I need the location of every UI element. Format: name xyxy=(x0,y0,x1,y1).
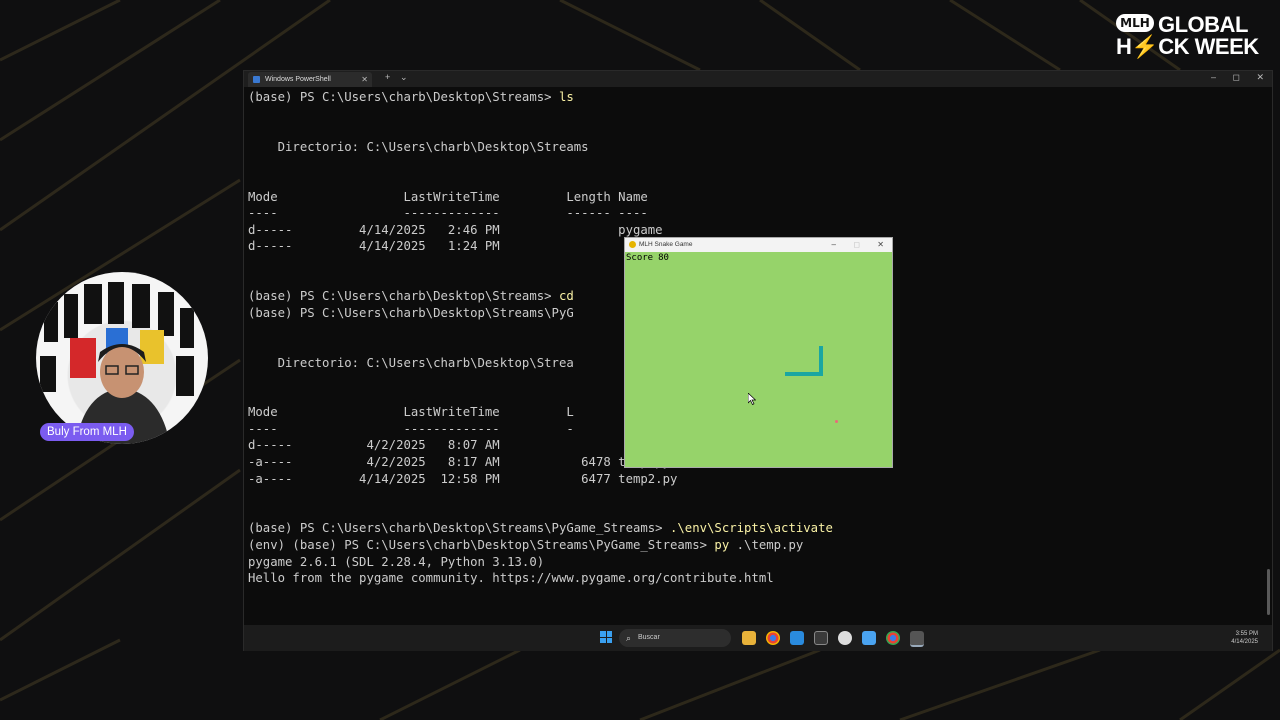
terminal-text: -a---- 4/2/2025 8:17 AM 6478 temp.py xyxy=(248,455,670,470)
terminal-text: d----- 4/14/2025 1:24 PM xyxy=(248,239,500,254)
minimize-icon[interactable]: – xyxy=(1211,72,1216,82)
terminal-line: (base) PS C:\Users\charb\Desktop\Streams… xyxy=(248,89,1248,106)
terminal-text: (base) PS C:\Users\charb\Desktop\Streams… xyxy=(248,90,559,104)
vscode-icon[interactable] xyxy=(790,631,804,645)
score-value: 80 xyxy=(658,253,669,263)
clock-time: 3:55 PM xyxy=(1235,631,1258,637)
snake-body-horizontal xyxy=(785,372,823,376)
terminal-titlebar[interactable]: Windows PowerShell ✕ + ⌄ – ◻ ✕ xyxy=(244,71,1272,87)
mlh-badge: MLH xyxy=(1116,14,1154,32)
clock-date: 4/14/2025 xyxy=(1231,639,1258,645)
terminal-line: (env) (base) PS C:\Users\charb\Desktop\S… xyxy=(248,537,1248,554)
pygame-icon xyxy=(629,241,636,248)
game-close-icon[interactable]: ✕ xyxy=(877,238,884,252)
terminal-app-icon[interactable] xyxy=(814,631,828,645)
search-icon: ⌕ xyxy=(626,633,632,643)
score-display: Score 80 xyxy=(626,253,669,263)
terminal-text: Mode LastWriteTime Length Name xyxy=(248,189,648,204)
snake-food xyxy=(835,420,838,423)
terminal-line: -a---- 4/14/2025 12:58 PM 6477 temp2.py xyxy=(248,471,1248,488)
presenter-webcam xyxy=(36,272,208,444)
score-label: Score xyxy=(626,253,654,263)
tab-label: Windows PowerShell xyxy=(265,76,331,83)
terminal-text: -a---- 4/14/2025 12:58 PM 6477 temp2.py xyxy=(248,471,678,486)
terminal-line: Mode LastWriteTime Length Name xyxy=(248,189,1248,206)
game-maximize-icon[interactable]: ◻ xyxy=(853,238,860,252)
terminal-line: Hello from the pygame community. https:/… xyxy=(248,570,1248,587)
logo-line-hack-week: H⚡CK WEEK xyxy=(1116,34,1259,59)
tab-close-icon[interactable]: ✕ xyxy=(361,72,368,87)
terminal-line: (base) PS C:\Users\charb\Desktop\Streams… xyxy=(248,520,1248,537)
terminal-command: cd xyxy=(558,289,574,304)
terminal-scrollbar[interactable] xyxy=(1267,569,1270,615)
chrome-icon[interactable] xyxy=(766,631,780,645)
terminal-text: Directorio: C:\Users\charb\Desktop\Strea… xyxy=(248,139,589,154)
maximize-icon[interactable]: ◻ xyxy=(1233,72,1240,83)
terminal-line: ---- ------------- ------ ---- xyxy=(248,205,1248,222)
terminal-line: Directorio: C:\Users\charb\Desktop\Strea… xyxy=(248,139,1248,156)
pen-app-icon[interactable] xyxy=(862,631,876,645)
terminal-text: pygame 2.6.1 (SDL 2.28.4, Python 3.13.0) xyxy=(248,554,545,569)
taskbar-search[interactable]: ⌕ Buscar xyxy=(619,629,731,647)
terminal-text: d----- 4/14/2025 2:46 PM pygame xyxy=(248,222,663,237)
file-explorer-icon[interactable] xyxy=(742,631,756,645)
pygame-app-icon[interactable] xyxy=(910,631,924,647)
system-clock[interactable]: 3:55 PM 4/14/2025 xyxy=(1231,630,1258,646)
game-title: MLH Snake Game xyxy=(639,241,693,248)
terminal-command: py xyxy=(714,538,730,553)
game-titlebar[interactable]: MLH Snake Game – ◻ ✕ xyxy=(625,238,892,252)
powershell-icon xyxy=(253,76,260,83)
tab-dropdown-icon[interactable]: ⌄ xyxy=(400,72,408,83)
presenter-name-tag: Buly From MLH xyxy=(40,423,134,441)
terminal-text: Hello from the pygame community. https:/… xyxy=(248,571,774,586)
terminal-text: Directorio: C:\Users\charb\Desktop\Strea xyxy=(248,355,574,370)
global-hack-week-logo: MLH GLOBAL H⚡CK WEEK xyxy=(1116,12,1266,59)
tab-powershell[interactable]: Windows PowerShell ✕ xyxy=(248,72,372,87)
game-minimize-icon[interactable]: – xyxy=(832,238,836,252)
globe-app-icon[interactable] xyxy=(838,631,852,645)
terminal-text: d----- 4/2/2025 8:07 AM xyxy=(248,438,500,453)
windows-start-icon[interactable] xyxy=(600,631,612,643)
terminal-command: .\env\Scripts\activate xyxy=(670,521,833,536)
new-tab-icon[interactable]: + xyxy=(385,72,390,82)
terminal-text: Mode LastWriteTime L xyxy=(248,405,574,420)
terminal-text: (base) PS C:\Users\charb\Desktop\Streams… xyxy=(248,521,670,536)
terminal-text: .\temp.py xyxy=(729,538,804,553)
snake-game-window[interactable]: MLH Snake Game – ◻ ✕ Score 80 xyxy=(624,237,893,468)
terminal-text: (base) PS C:\Users\charb\Desktop\Streams… xyxy=(248,305,574,320)
taskbar: ⌕ Buscar 3:55 PM 4/14/2025 xyxy=(244,625,1272,651)
terminal-text: (base) PS C:\Users\charb\Desktop\Streams… xyxy=(248,289,559,304)
terminal-text: ---- ------------- - xyxy=(248,421,574,436)
terminal-text: (env) (base) PS C:\Users\charb\Desktop\S… xyxy=(248,538,715,553)
presenter-image xyxy=(40,282,194,444)
terminal-text: ---- ------------- ------ ---- xyxy=(248,206,648,221)
mouse-cursor-icon xyxy=(748,393,756,405)
terminal-line: d----- 4/14/2025 2:46 PM pygame xyxy=(248,222,1248,239)
terminal-command: ls xyxy=(558,90,574,104)
close-window-icon[interactable]: ✕ xyxy=(1256,72,1264,83)
terminal-line: pygame 2.6.1 (SDL 2.28.4, Python 3.13.0) xyxy=(248,554,1248,571)
chrome-alt-icon[interactable] xyxy=(886,631,900,645)
search-placeholder: Buscar xyxy=(638,634,660,641)
